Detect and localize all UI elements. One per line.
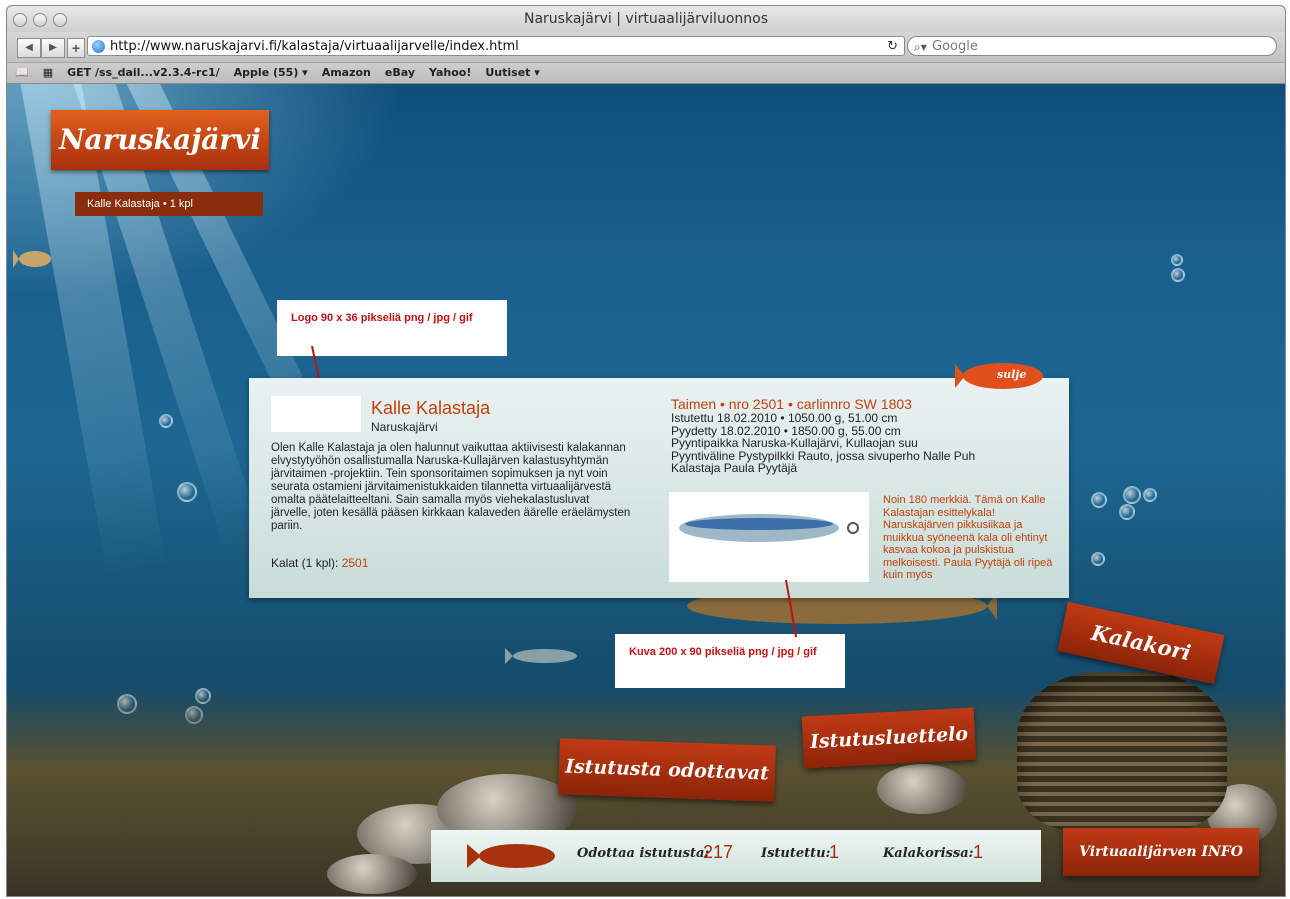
bookmark-item[interactable]: Amazon [322,63,371,83]
minimize-window-button[interactable] [33,13,47,27]
lure-caption: Noin 180 merkkiä. Tämä on Kalle Kalastaj… [883,494,1053,581]
fish-count-label: Kalat (1 kpl): [271,556,339,570]
browser-window: Naruskajärvi | virtuaalijärviluonnos ◀ ▶… [6,5,1286,897]
bubble [1091,552,1105,566]
plus-icon: + [71,40,81,56]
fish-basket[interactable] [1017,672,1227,832]
fish-detail-line: Istutettu 18.02.2010 • 1050.00 g, 51.00 … [671,411,898,425]
bubble [1143,488,1157,502]
url-text: http://www.naruskajarvi.fi/kalastaja/vir… [110,39,519,54]
zoom-window-button[interactable] [53,13,67,27]
bookmark-item[interactable]: Yahoo! [429,63,471,83]
rock [877,764,967,814]
lake-info-button[interactable]: Virtuaalijärven INFO [1063,828,1259,876]
bookmark-item[interactable]: Uutiset ▾ [485,63,539,83]
image-size-note-text: Kuva 200 x 90 pikseliä png / jpg / gif [629,646,817,658]
card-bio: Olen Kalle Kalastaja ja olen halunnut va… [271,442,631,532]
card-user-name: Kalle Kalastaja [371,398,491,418]
bookmarks-book-icon[interactable]: 📖 [15,63,29,83]
stocked-value: 1 [829,842,840,862]
card-user-lake: Naruskajärvi [371,420,438,434]
title-bar: Naruskajärvi | virtuaalijärviluonnos [7,6,1285,32]
reload-icon[interactable]: ↻ [887,37,898,57]
bubble [159,414,173,428]
fish-detail-line: Kalastaja Paula Pyytäjä [671,461,798,475]
site-logo[interactable]: Naruskajärvi [51,110,269,170]
bubble [1119,504,1135,520]
back-button[interactable]: ◀ [17,38,41,58]
search-field[interactable]: ⌕▾ Google [907,36,1277,56]
image-size-note: Kuva 200 x 90 pikseliä png / jpg / gif [615,634,845,688]
address-bar[interactable]: http://www.naruskajarvi.fi/kalastaja/vir… [87,36,905,56]
fish-count: Kalat (1 kpl): 2501 [271,556,368,570]
bubble [177,482,197,502]
window-controls [13,13,67,27]
bookmarks-bar: 📖 ▦ GET /ss_dail...v2.3.4-rc1/ Apple (55… [7,63,1285,84]
bookmark-item[interactable]: Apple (55) ▾ [234,63,308,83]
logo-placeholder [271,396,361,432]
user-bar[interactable]: Kalle Kalastaja • 1 kpl [75,192,263,216]
forward-button[interactable]: ▶ [41,38,65,58]
add-bookmark-button[interactable]: + [67,38,85,58]
logo-size-note-text: Logo 90 x 36 pikseliä png / jpg / gif [291,312,473,324]
forward-arrow-icon: ▶ [49,42,57,53]
status-bar: Odottaa istutusta: 217 Istutettu: 1 Kala… [431,830,1041,882]
rock [327,854,417,894]
bubble [1091,492,1107,508]
fish-count-link[interactable]: 2501 [342,556,369,570]
waiting-value: 217 [703,842,734,862]
search-icon: ⌕▾ [914,40,927,54]
lure-image [669,492,869,582]
fish-title: Taimen • nro 2501 • carlinnro SW 1803 [671,396,912,412]
bookmark-item[interactable]: GET /ss_dail...v2.3.4-rc1/ [67,63,220,83]
bookmark-item[interactable]: eBay [385,63,415,83]
browser-toolbar: ◀ ▶ + http://www.naruskajarvi.fi/kalasta… [7,32,1285,63]
fish-details: Taimen • nro 2501 • carlinnro SW 1803 Is… [671,396,1051,475]
stocking-list-button[interactable]: Istutusluettelo [801,707,977,769]
lure-icon [679,514,859,542]
fish-silhouette-icon [467,844,555,868]
bubble [1171,268,1185,282]
back-arrow-icon: ◀ [25,42,33,53]
small-fish-icon [13,250,51,268]
fish-detail-line: Pyyntipaikka Naruska-Kullajärvi, Kullaoj… [671,436,918,450]
window-title: Naruskajärvi | virtuaalijärviluonnos [524,11,768,27]
close-button[interactable]: sulje [955,356,1055,396]
bubble [1171,254,1183,266]
top-sites-grid-icon[interactable]: ▦ [43,63,53,83]
virtual-lake-scene: Naruskajärvi Kalle Kalastaja • 1 kpl Log… [7,84,1285,896]
basket-label: Kalakorissa: [883,846,974,861]
swimming-trout-icon [505,648,577,664]
fish-info-card: Kalle Kalastaja Naruskajärvi Olen Kalle … [249,378,1069,598]
close-label: sulje [997,368,1027,381]
waiting-label: Odottaa istutusta: [577,846,710,861]
search-placeholder: Google [932,39,978,54]
close-window-button[interactable] [13,13,27,27]
bubble [1123,486,1141,504]
basket-value: 1 [973,842,984,862]
stocked-label: Istutettu: [761,846,831,861]
waiting-for-stocking-button[interactable]: Istutusta odottavat [558,738,776,802]
globe-icon [92,40,105,53]
